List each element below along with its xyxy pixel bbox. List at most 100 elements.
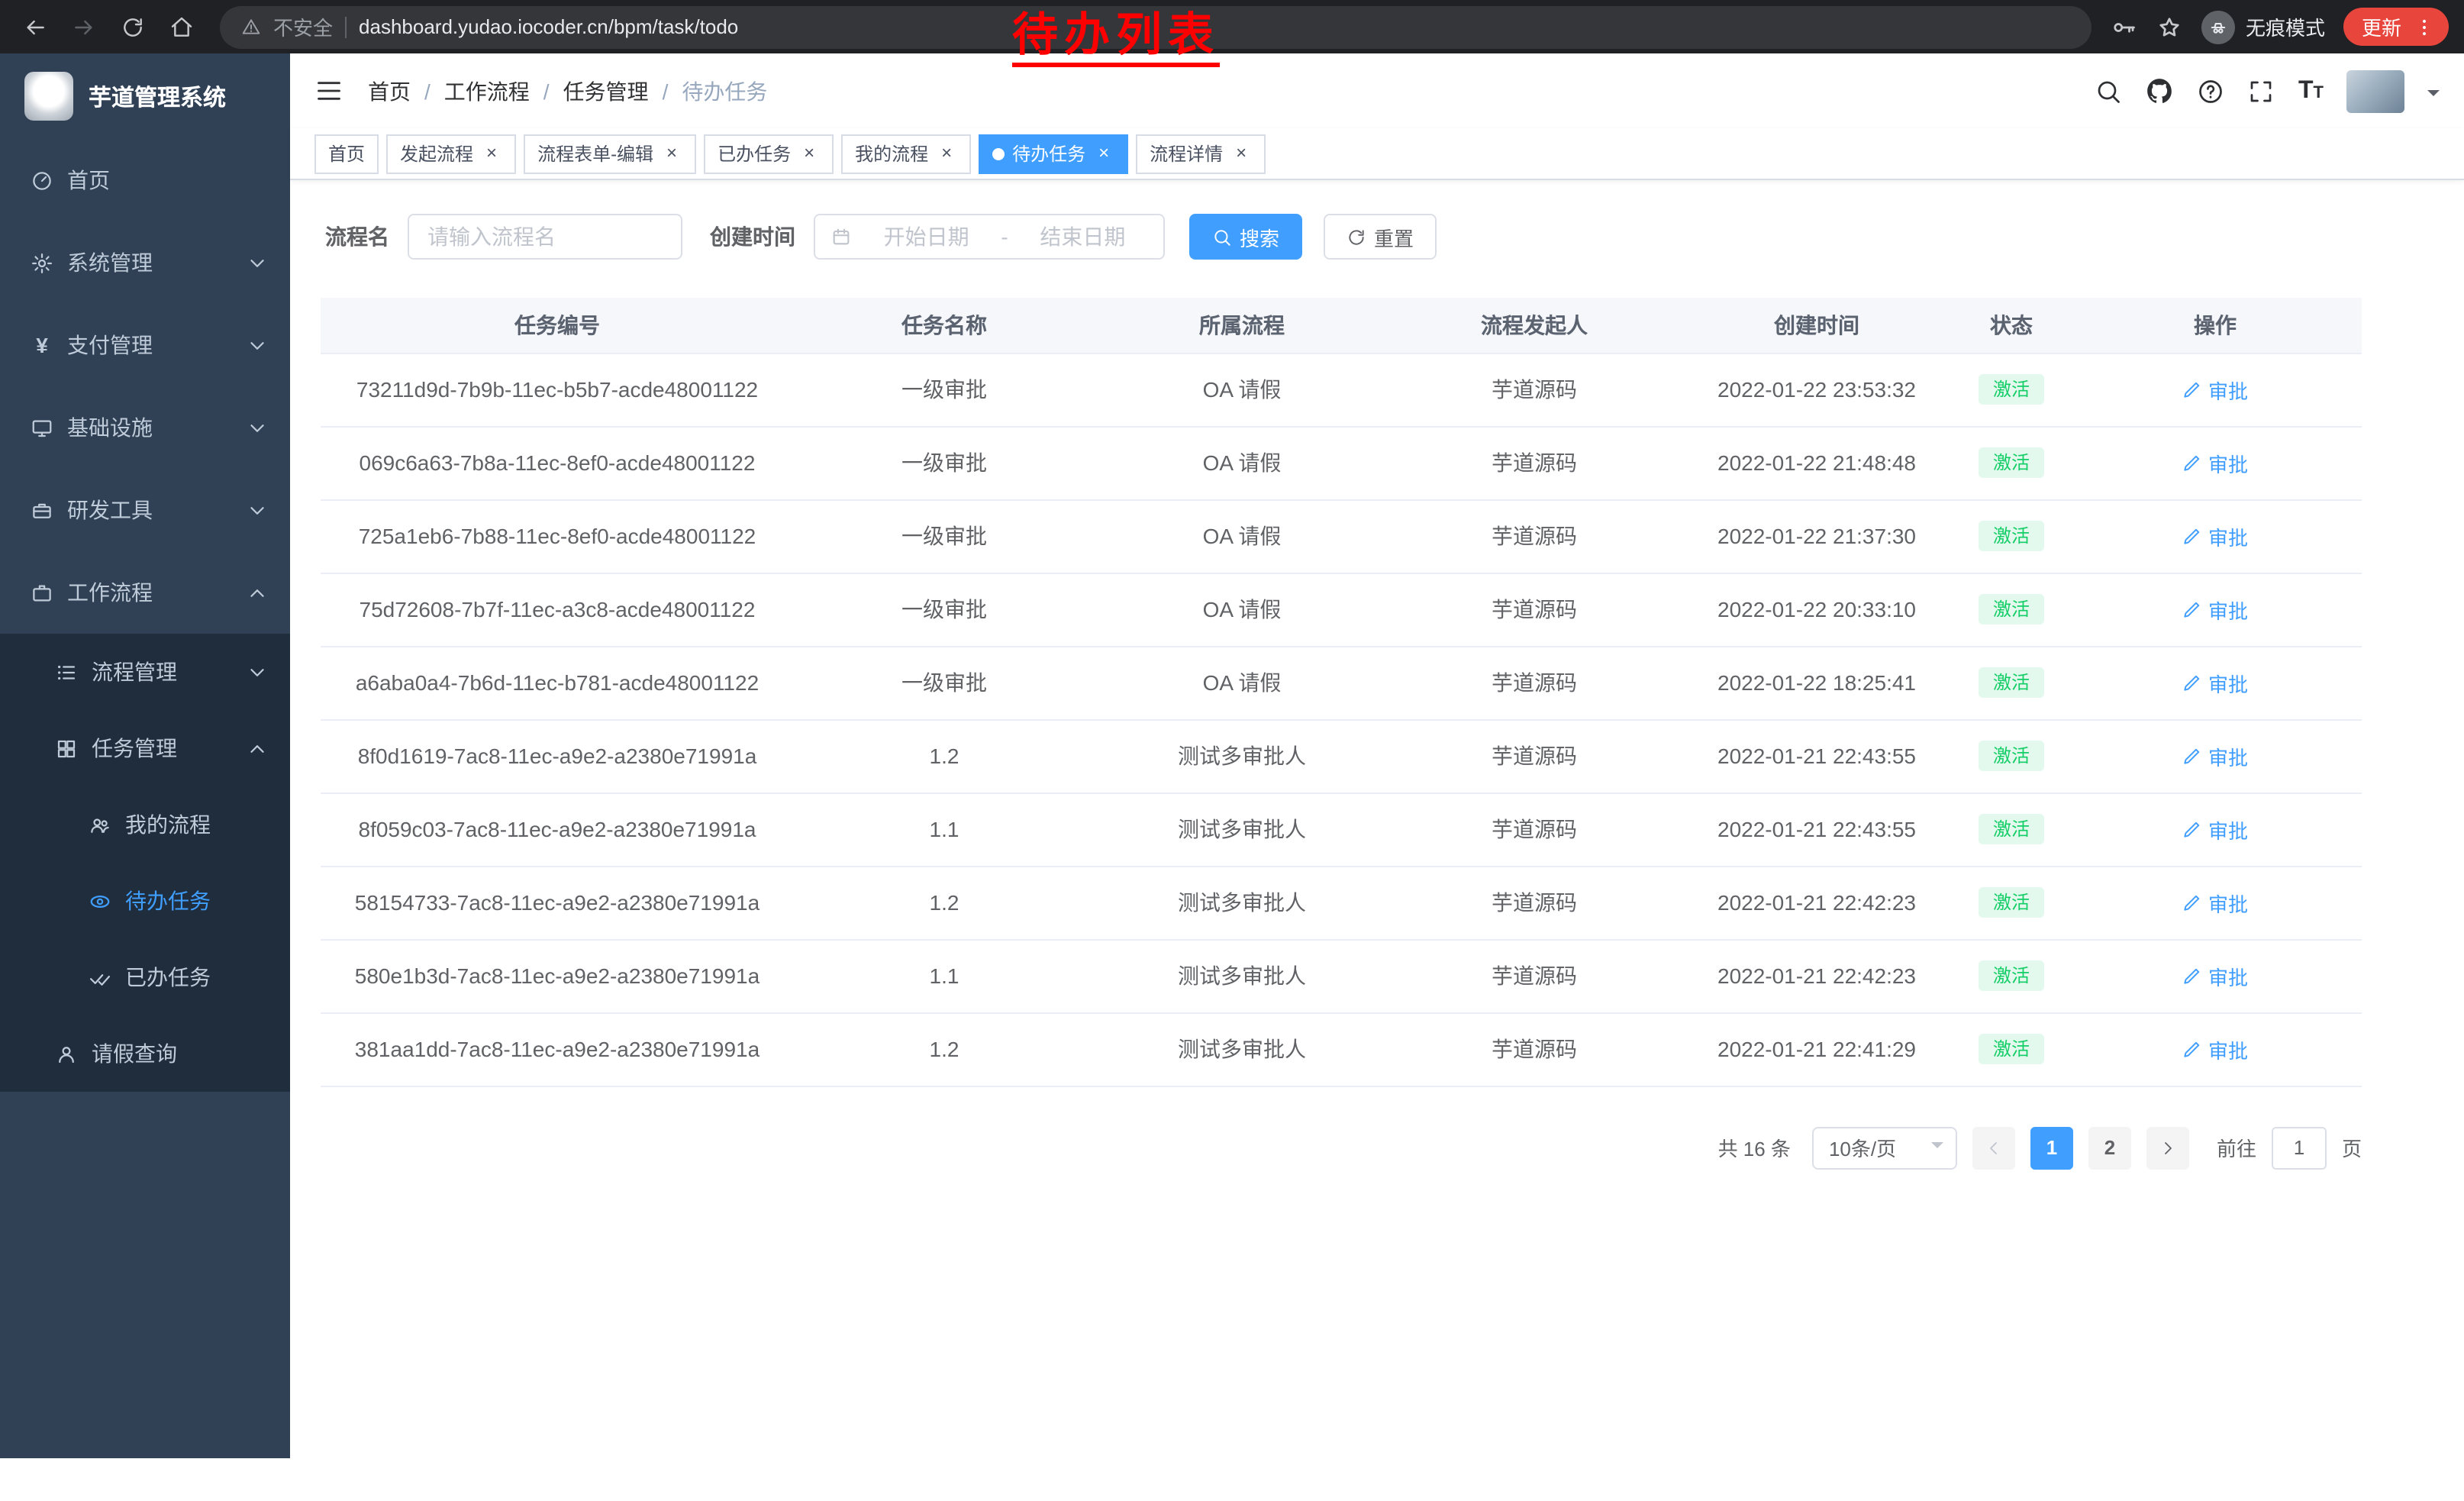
cell-create-time: 2022-01-22 21:37:30 [1679,499,1954,573]
approve-link[interactable]: 审批 [2182,448,2248,477]
page-size-value: 10条/页 [1829,1133,1896,1162]
sidebar-item-devtools[interactable]: 研发工具 [0,469,290,551]
refresh-button[interactable] [113,7,153,47]
tab-home[interactable]: 首页 [314,134,379,173]
table-row: 75d72608-7b7f-11ec-a3c8-acde48001122 一级审… [321,573,2362,646]
sidebar-item-home[interactable]: 首页 [0,139,290,221]
breadcrumb-workflow[interactable]: 工作流程 [444,76,530,106]
avatar-caret-icon[interactable] [2427,89,2440,102]
close-icon[interactable]: × [481,143,502,164]
search-button[interactable]: 搜索 [1189,214,1302,260]
sidebar-item-task-mgmt[interactable]: 任务管理 [0,710,290,786]
sidebar-item-done-task[interactable]: 已办任务 [0,939,290,1015]
sidebar-label: 请假查询 [92,1038,177,1069]
approve-link[interactable]: 审批 [2182,521,2248,550]
cell-create-time: 2022-01-22 20:33:10 [1679,573,1954,646]
bookmark-star-icon[interactable] [2156,13,2183,40]
reset-button[interactable]: 重置 [1324,214,1437,260]
sidebar-item-payment[interactable]: ¥ 支付管理 [0,304,290,386]
sidebar-item-system[interactable]: 系统管理 [0,221,290,304]
main-area: 首页 / 工作流程 / 任务管理 / 待办任务 TT [290,53,2464,1458]
forward-button[interactable] [64,7,104,47]
breadcrumb-task-mgmt[interactable]: 任务管理 [563,76,649,106]
status-badge: 激活 [1979,887,2043,918]
sidebar-item-my-process[interactable]: 我的流程 [0,786,290,863]
cell-initiator: 芋道源码 [1389,353,1679,426]
approve-link[interactable]: 审批 [2182,888,2248,917]
cell-initiator: 芋道源码 [1389,719,1679,792]
tab-start-process[interactable]: 发起流程× [386,134,516,173]
col-create-time: 创建时间 [1679,298,1954,353]
chevron-down-icon [246,334,269,357]
page-button-1[interactable]: 1 [2030,1126,2073,1169]
edit-icon [2182,526,2202,546]
approve-label: 审批 [2208,448,2248,477]
search-icon[interactable] [2095,77,2123,105]
fullscreen-icon[interactable] [2248,77,2275,105]
breadcrumb-home[interactable]: 首页 [368,76,411,106]
yen-icon: ¥ [31,334,53,356]
sidebar-label: 我的流程 [125,809,211,840]
search-icon [1212,227,1232,247]
app-frame: 芋道管理系统 首页 系统管理 ¥ 支付管理 基础设施 [0,53,2464,1458]
approve-link[interactable]: 审批 [2182,815,2248,844]
app-logo[interactable]: 芋道管理系统 [0,53,290,139]
chevron-down-icon [246,660,269,683]
filter-bar: 流程名 创建时间 开始日期 - 结束日期 搜索 重 [321,214,2362,260]
avatar[interactable] [2346,69,2404,112]
edit-icon [2182,746,2202,766]
approve-link[interactable]: 审批 [2182,961,2248,990]
search-button-label: 搜索 [1240,222,1279,251]
home-button[interactable] [162,7,202,47]
next-page-button[interactable] [2146,1126,2189,1169]
tab-my-process[interactable]: 我的流程× [841,134,971,173]
github-icon[interactable] [2146,76,2175,105]
sidebar-item-leave-query[interactable]: 请假查询 [0,1015,290,1092]
sidebar-item-workflow[interactable]: 工作流程 [0,551,290,634]
close-icon[interactable]: × [936,143,957,164]
font-size-icon[interactable]: TT [2298,77,2324,105]
process-name-input[interactable] [408,214,682,260]
approve-link[interactable]: 审批 [2182,595,2248,624]
goto-page-input[interactable] [2272,1126,2327,1169]
sidebar-label: 流程管理 [92,657,177,687]
approve-link[interactable]: 审批 [2182,741,2248,770]
close-icon[interactable]: × [661,143,682,164]
tab-label: 流程表单-编辑 [537,140,653,166]
tab-form-edit[interactable]: 流程表单-编辑 × [524,134,696,173]
page-size-select[interactable]: 10条/页 [1812,1126,1957,1169]
page-button-2[interactable]: 2 [2088,1126,2131,1169]
cell-actions: 审批 [2069,426,2362,499]
cell-task-id: 75d72608-7b7f-11ec-a3c8-acde48001122 [321,573,794,646]
tab-process-detail[interactable]: 流程详情× [1136,134,1266,173]
prev-page-button[interactable] [1972,1126,2015,1169]
close-icon[interactable]: × [1230,143,1252,164]
active-dot [992,147,1005,160]
menu-dots-icon[interactable] [2414,16,2435,37]
sidebar-item-todo-task[interactable]: 待办任务 [0,863,290,939]
approve-label: 审批 [2208,888,2248,917]
update-button[interactable]: 更新 [2343,8,2449,46]
key-icon[interactable] [2110,13,2137,40]
approve-link[interactable]: 审批 [2182,375,2248,404]
approve-link[interactable]: 审批 [2182,1035,2248,1064]
cell-initiator: 芋道源码 [1389,866,1679,939]
date-range-picker[interactable]: 开始日期 - 结束日期 [814,214,1165,260]
tab-todo-task[interactable]: 待办任务× [979,134,1128,173]
chevron-down-icon [1931,1141,1943,1154]
help-icon[interactable] [2198,77,2225,105]
sidebar-toggle-icon[interactable] [314,76,343,105]
tab-label: 首页 [328,140,365,166]
sidebar-label: 待办任务 [125,886,211,916]
briefcase-icon [31,581,53,604]
sidebar-item-process-mgmt[interactable]: 流程管理 [0,634,290,710]
chevron-up-icon [246,581,269,604]
approve-link[interactable]: 审批 [2182,668,2248,697]
tab-done-task[interactable]: 已办任务× [704,134,834,173]
cell-status: 激活 [1954,866,2069,939]
back-button[interactable] [15,7,55,47]
total-count: 共 16 条 [1718,1133,1791,1162]
close-icon[interactable]: × [1093,143,1114,164]
close-icon[interactable]: × [798,143,820,164]
sidebar-item-infra[interactable]: 基础设施 [0,386,290,469]
